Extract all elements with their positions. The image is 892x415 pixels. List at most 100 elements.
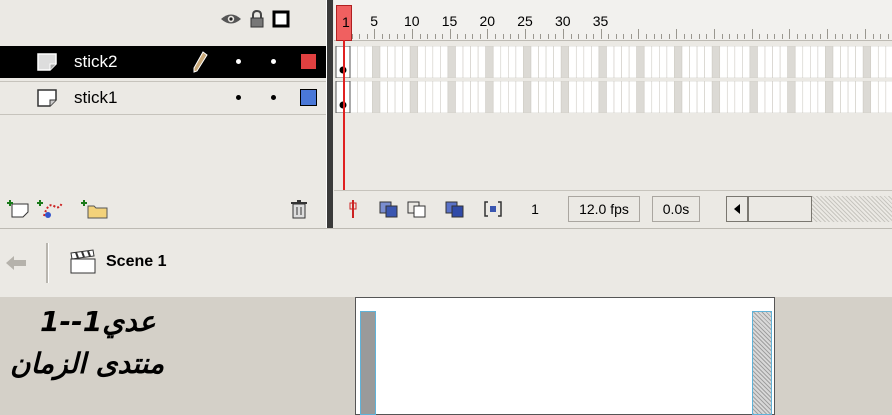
frame-cell[interactable]: [500, 46, 509, 78]
frame-cell[interactable]: [379, 81, 388, 113]
frame-cell[interactable]: [583, 46, 592, 78]
lock-dot[interactable]: [271, 95, 276, 100]
frame-cell[interactable]: [855, 46, 864, 78]
frame-cell[interactable]: [674, 81, 683, 113]
frame-cell[interactable]: [568, 81, 577, 113]
frame-cell[interactable]: [787, 46, 796, 78]
frame-cell[interactable]: [689, 46, 698, 78]
frame-cell[interactable]: [711, 46, 721, 78]
frame-cell[interactable]: [613, 46, 622, 78]
frame-cell[interactable]: [455, 81, 464, 113]
frame-cell[interactable]: [508, 46, 517, 78]
delete-layer-icon[interactable]: [288, 198, 314, 220]
frame-cell[interactable]: [681, 81, 690, 113]
frame-cell[interactable]: [402, 81, 411, 113]
frame-cell[interactable]: [832, 46, 841, 78]
frame-cell[interactable]: [447, 81, 456, 113]
frame-cell[interactable]: [560, 46, 570, 78]
frame-cell[interactable]: [606, 81, 615, 113]
frame-cell[interactable]: [764, 81, 773, 113]
frame-cell[interactable]: [500, 81, 509, 113]
eye-icon[interactable]: [220, 9, 242, 29]
frame-cell[interactable]: [772, 46, 781, 78]
modify-onion-markers-icon[interactable]: [482, 198, 504, 220]
frame-cell[interactable]: [477, 46, 486, 78]
frame-cell[interactable]: [598, 46, 607, 78]
frame-cell[interactable]: [802, 46, 811, 78]
frame-row-stick1[interactable]: [334, 81, 892, 113]
frame-cell[interactable]: [666, 46, 675, 78]
outline-color-swatch[interactable]: [300, 89, 317, 106]
frame-cell[interactable]: [538, 46, 547, 78]
frame-cell[interactable]: [538, 81, 547, 113]
frame-cell[interactable]: [704, 81, 713, 113]
frame-cell[interactable]: [621, 46, 630, 78]
frame-rate[interactable]: 12.0 fps: [568, 196, 640, 222]
edit-multiple-frames-icon[interactable]: [444, 198, 466, 220]
scene-label[interactable]: Scene 1: [106, 253, 166, 271]
frame-cell[interactable]: [719, 81, 728, 113]
frame-cell[interactable]: [349, 46, 358, 78]
frame-cell[interactable]: [606, 46, 615, 78]
visibility-dot[interactable]: [236, 95, 241, 100]
frame-cell[interactable]: [749, 46, 758, 78]
frame-cell[interactable]: [636, 46, 645, 78]
frame-cell[interactable]: [575, 81, 585, 113]
lock-icon[interactable]: [246, 9, 268, 29]
frame-cell[interactable]: [432, 81, 441, 113]
frame-cell[interactable]: [485, 81, 494, 113]
frame-cell[interactable]: [696, 81, 705, 113]
stick2-shape[interactable]: [752, 311, 772, 415]
frame-cell[interactable]: [462, 81, 471, 113]
frame-cell[interactable]: [840, 46, 849, 78]
frame-cell[interactable]: [726, 46, 736, 78]
outline-color-swatch[interactable]: [300, 53, 317, 70]
frame-cell[interactable]: [742, 81, 751, 113]
frame-cell[interactable]: [840, 81, 849, 113]
frame-cell[interactable]: [696, 46, 705, 78]
stick1-shape[interactable]: [360, 311, 376, 415]
scroll-left-button[interactable]: [726, 196, 748, 222]
frame-cell[interactable]: [485, 46, 494, 78]
frame-cell[interactable]: [508, 81, 517, 113]
frame-cell[interactable]: [757, 81, 766, 113]
onion-skin-icon[interactable]: [378, 198, 400, 220]
frame-cell[interactable]: [440, 46, 449, 78]
frame-cell[interactable]: [394, 46, 403, 78]
layer-row-stick2[interactable]: stick2: [0, 46, 326, 78]
frame-cell[interactable]: [628, 46, 637, 78]
frame-cell[interactable]: [810, 81, 819, 113]
frame-cell[interactable]: [749, 81, 758, 113]
frame-cell[interactable]: [704, 46, 713, 78]
frame-cell[interactable]: [674, 46, 683, 78]
frame-cell[interactable]: [598, 81, 607, 113]
frame-cell[interactable]: [659, 46, 668, 78]
frame-cell[interactable]: [613, 81, 622, 113]
frame-cell[interactable]: [424, 81, 434, 113]
stage-canvas[interactable]: [355, 297, 775, 415]
frame-cell[interactable]: [621, 81, 630, 113]
outline-icon[interactable]: [270, 9, 292, 29]
frame-cell[interactable]: [643, 81, 653, 113]
frame-cell[interactable]: [651, 81, 660, 113]
frame-cell[interactable]: [432, 46, 441, 78]
insert-layer-folder-icon[interactable]: [80, 198, 108, 220]
frame-cell[interactable]: [409, 46, 419, 78]
frame-cell[interactable]: [455, 46, 464, 78]
frame-cell[interactable]: [440, 81, 449, 113]
frame-cell[interactable]: [885, 46, 892, 78]
frame-cell[interactable]: [591, 81, 600, 113]
frame-cell[interactable]: [651, 46, 660, 78]
frame-cell[interactable]: [764, 46, 773, 78]
center-frame-icon[interactable]: [342, 198, 364, 220]
frame-cell[interactable]: [357, 81, 366, 113]
frame-cell[interactable]: [364, 81, 373, 113]
frame-cell[interactable]: [409, 81, 419, 113]
frame-cell[interactable]: [885, 81, 892, 113]
frame-cell[interactable]: [666, 81, 675, 113]
frame-cell[interactable]: [825, 46, 834, 78]
frame-row-stick2[interactable]: [334, 46, 892, 78]
frame-cell[interactable]: [877, 81, 887, 113]
frame-cell[interactable]: [447, 46, 456, 78]
frame-cell[interactable]: [424, 46, 434, 78]
